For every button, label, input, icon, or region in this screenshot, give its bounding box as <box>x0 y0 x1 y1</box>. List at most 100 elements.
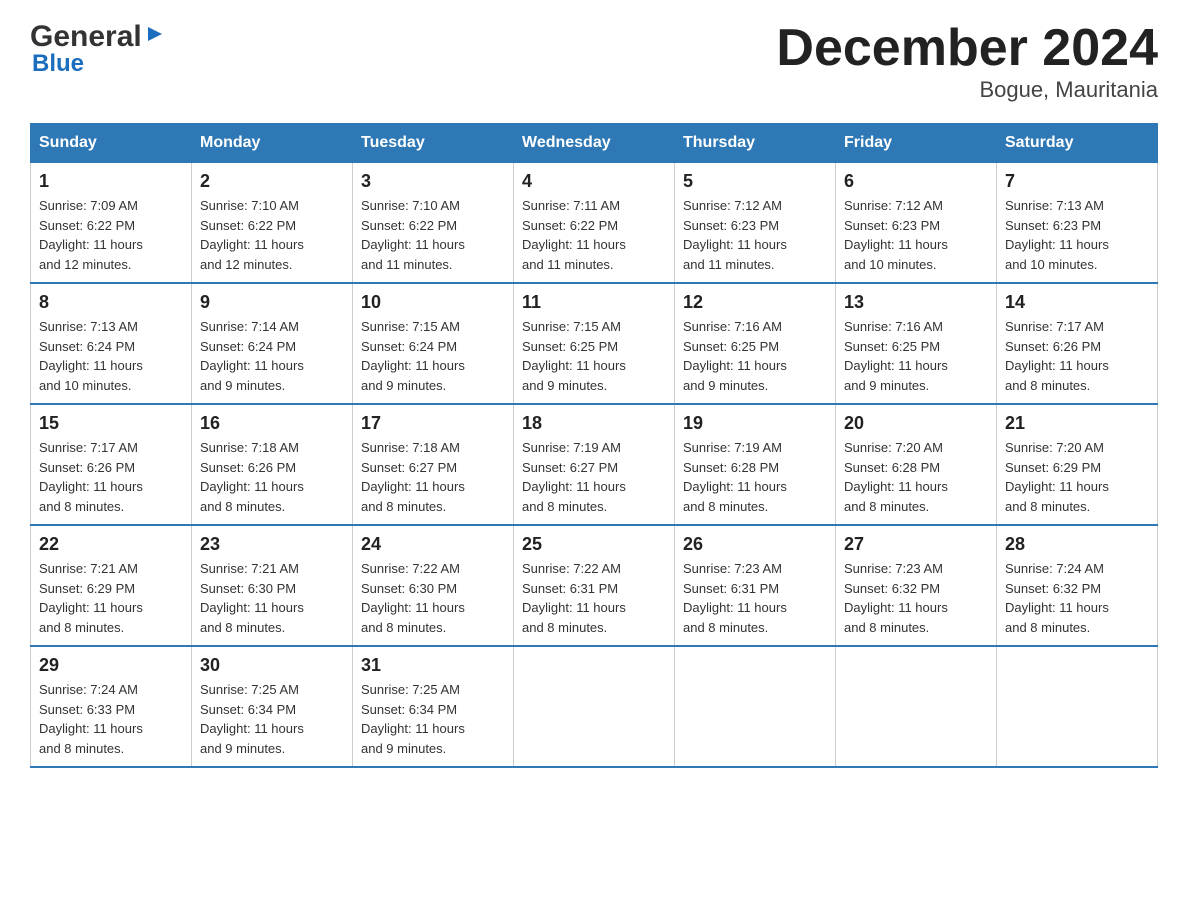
calendar-cell-week2-day1: 9 Sunrise: 7:14 AMSunset: 6:24 PMDayligh… <box>192 283 353 404</box>
calendar-cell-week3-day0: 15 Sunrise: 7:17 AMSunset: 6:26 PMDaylig… <box>31 404 192 525</box>
day-info: Sunrise: 7:23 AMSunset: 6:31 PMDaylight:… <box>683 561 787 635</box>
calendar-cell-week4-day6: 28 Sunrise: 7:24 AMSunset: 6:32 PMDaylig… <box>997 525 1158 646</box>
day-number: 29 <box>39 655 183 676</box>
day-number: 1 <box>39 171 183 192</box>
day-number: 18 <box>522 413 666 434</box>
day-number: 4 <box>522 171 666 192</box>
day-number: 2 <box>200 171 344 192</box>
calendar-cell-week4-day3: 25 Sunrise: 7:22 AMSunset: 6:31 PMDaylig… <box>514 525 675 646</box>
day-info: Sunrise: 7:15 AMSunset: 6:24 PMDaylight:… <box>361 319 465 393</box>
day-info: Sunrise: 7:11 AMSunset: 6:22 PMDaylight:… <box>522 198 626 272</box>
day-number: 28 <box>1005 534 1149 555</box>
page-header: General Blue December 2024 Bogue, Maurit… <box>30 20 1158 103</box>
calendar-cell-week3-day2: 17 Sunrise: 7:18 AMSunset: 6:27 PMDaylig… <box>353 404 514 525</box>
calendar-cell-week3-day4: 19 Sunrise: 7:19 AMSunset: 6:28 PMDaylig… <box>675 404 836 525</box>
day-info: Sunrise: 7:20 AMSunset: 6:29 PMDaylight:… <box>1005 440 1109 514</box>
weekday-header-friday: Friday <box>836 124 997 163</box>
calendar-cell-week4-day5: 27 Sunrise: 7:23 AMSunset: 6:32 PMDaylig… <box>836 525 997 646</box>
day-number: 12 <box>683 292 827 313</box>
day-number: 3 <box>361 171 505 192</box>
calendar-cell-week3-day3: 18 Sunrise: 7:19 AMSunset: 6:27 PMDaylig… <box>514 404 675 525</box>
day-info: Sunrise: 7:16 AMSunset: 6:25 PMDaylight:… <box>844 319 948 393</box>
calendar-cell-week5-day1: 30 Sunrise: 7:25 AMSunset: 6:34 PMDaylig… <box>192 646 353 767</box>
day-number: 26 <box>683 534 827 555</box>
calendar-cell-week4-day0: 22 Sunrise: 7:21 AMSunset: 6:29 PMDaylig… <box>31 525 192 646</box>
day-number: 21 <box>1005 413 1149 434</box>
day-info: Sunrise: 7:10 AMSunset: 6:22 PMDaylight:… <box>361 198 465 272</box>
weekday-header-saturday: Saturday <box>997 124 1158 163</box>
day-number: 8 <box>39 292 183 313</box>
weekday-header-tuesday: Tuesday <box>353 124 514 163</box>
day-info: Sunrise: 7:18 AMSunset: 6:27 PMDaylight:… <box>361 440 465 514</box>
logo-general-text: General <box>30 20 142 54</box>
calendar-cell-week3-day5: 20 Sunrise: 7:20 AMSunset: 6:28 PMDaylig… <box>836 404 997 525</box>
day-number: 6 <box>844 171 988 192</box>
day-number: 25 <box>522 534 666 555</box>
day-info: Sunrise: 7:22 AMSunset: 6:31 PMDaylight:… <box>522 561 626 635</box>
logo: General Blue <box>30 20 166 78</box>
calendar-cell-week5-day5 <box>836 646 997 767</box>
day-number: 14 <box>1005 292 1149 313</box>
calendar-cell-week4-day2: 24 Sunrise: 7:22 AMSunset: 6:30 PMDaylig… <box>353 525 514 646</box>
calendar-cell-week1-day6: 7 Sunrise: 7:13 AMSunset: 6:23 PMDayligh… <box>997 163 1158 284</box>
day-info: Sunrise: 7:24 AMSunset: 6:33 PMDaylight:… <box>39 682 143 756</box>
weekday-header-row: SundayMondayTuesdayWednesdayThursdayFrid… <box>31 124 1158 163</box>
day-number: 11 <box>522 292 666 313</box>
calendar-cell-week2-day6: 14 Sunrise: 7:17 AMSunset: 6:26 PMDaylig… <box>997 283 1158 404</box>
calendar-cell-week2-day5: 13 Sunrise: 7:16 AMSunset: 6:25 PMDaylig… <box>836 283 997 404</box>
calendar-cell-week5-day2: 31 Sunrise: 7:25 AMSunset: 6:34 PMDaylig… <box>353 646 514 767</box>
calendar-cell-week1-day1: 2 Sunrise: 7:10 AMSunset: 6:22 PMDayligh… <box>192 163 353 284</box>
month-year-title: December 2024 <box>776 20 1158 77</box>
day-info: Sunrise: 7:14 AMSunset: 6:24 PMDaylight:… <box>200 319 304 393</box>
day-number: 9 <box>200 292 344 313</box>
day-info: Sunrise: 7:25 AMSunset: 6:34 PMDaylight:… <box>200 682 304 756</box>
day-number: 31 <box>361 655 505 676</box>
location-subtitle: Bogue, Mauritania <box>776 77 1158 103</box>
day-number: 15 <box>39 413 183 434</box>
calendar-cell-week1-day3: 4 Sunrise: 7:11 AMSunset: 6:22 PMDayligh… <box>514 163 675 284</box>
calendar-cell-week5-day3 <box>514 646 675 767</box>
calendar-cell-week5-day4 <box>675 646 836 767</box>
day-info: Sunrise: 7:09 AMSunset: 6:22 PMDaylight:… <box>39 198 143 272</box>
calendar-table: SundayMondayTuesdayWednesdayThursdayFrid… <box>30 123 1158 768</box>
calendar-cell-week4-day4: 26 Sunrise: 7:23 AMSunset: 6:31 PMDaylig… <box>675 525 836 646</box>
day-number: 24 <box>361 534 505 555</box>
calendar-cell-week1-day0: 1 Sunrise: 7:09 AMSunset: 6:22 PMDayligh… <box>31 163 192 284</box>
day-number: 22 <box>39 534 183 555</box>
day-number: 7 <box>1005 171 1149 192</box>
week-row-3: 15 Sunrise: 7:17 AMSunset: 6:26 PMDaylig… <box>31 404 1158 525</box>
weekday-header-monday: Monday <box>192 124 353 163</box>
day-info: Sunrise: 7:24 AMSunset: 6:32 PMDaylight:… <box>1005 561 1109 635</box>
day-number: 20 <box>844 413 988 434</box>
day-info: Sunrise: 7:25 AMSunset: 6:34 PMDaylight:… <box>361 682 465 756</box>
day-info: Sunrise: 7:17 AMSunset: 6:26 PMDaylight:… <box>1005 319 1109 393</box>
day-number: 30 <box>200 655 344 676</box>
logo-blue-text: Blue <box>32 50 84 78</box>
day-info: Sunrise: 7:13 AMSunset: 6:24 PMDaylight:… <box>39 319 143 393</box>
day-info: Sunrise: 7:12 AMSunset: 6:23 PMDaylight:… <box>683 198 787 272</box>
day-number: 23 <box>200 534 344 555</box>
calendar-cell-week2-day2: 10 Sunrise: 7:15 AMSunset: 6:24 PMDaylig… <box>353 283 514 404</box>
day-number: 17 <box>361 413 505 434</box>
logo-arrow-icon <box>144 23 166 50</box>
day-info: Sunrise: 7:22 AMSunset: 6:30 PMDaylight:… <box>361 561 465 635</box>
day-info: Sunrise: 7:16 AMSunset: 6:25 PMDaylight:… <box>683 319 787 393</box>
calendar-cell-week1-day4: 5 Sunrise: 7:12 AMSunset: 6:23 PMDayligh… <box>675 163 836 284</box>
day-number: 16 <box>200 413 344 434</box>
day-info: Sunrise: 7:20 AMSunset: 6:28 PMDaylight:… <box>844 440 948 514</box>
calendar-cell-week3-day1: 16 Sunrise: 7:18 AMSunset: 6:26 PMDaylig… <box>192 404 353 525</box>
calendar-cell-week1-day5: 6 Sunrise: 7:12 AMSunset: 6:23 PMDayligh… <box>836 163 997 284</box>
week-row-4: 22 Sunrise: 7:21 AMSunset: 6:29 PMDaylig… <box>31 525 1158 646</box>
calendar-cell-week5-day6 <box>997 646 1158 767</box>
week-row-5: 29 Sunrise: 7:24 AMSunset: 6:33 PMDaylig… <box>31 646 1158 767</box>
week-row-2: 8 Sunrise: 7:13 AMSunset: 6:24 PMDayligh… <box>31 283 1158 404</box>
calendar-cell-week2-day0: 8 Sunrise: 7:13 AMSunset: 6:24 PMDayligh… <box>31 283 192 404</box>
day-info: Sunrise: 7:18 AMSunset: 6:26 PMDaylight:… <box>200 440 304 514</box>
calendar-cell-week1-day2: 3 Sunrise: 7:10 AMSunset: 6:22 PMDayligh… <box>353 163 514 284</box>
day-info: Sunrise: 7:13 AMSunset: 6:23 PMDaylight:… <box>1005 198 1109 272</box>
day-number: 5 <box>683 171 827 192</box>
day-info: Sunrise: 7:19 AMSunset: 6:28 PMDaylight:… <box>683 440 787 514</box>
weekday-header-thursday: Thursday <box>675 124 836 163</box>
calendar-cell-week2-day3: 11 Sunrise: 7:15 AMSunset: 6:25 PMDaylig… <box>514 283 675 404</box>
week-row-1: 1 Sunrise: 7:09 AMSunset: 6:22 PMDayligh… <box>31 163 1158 284</box>
